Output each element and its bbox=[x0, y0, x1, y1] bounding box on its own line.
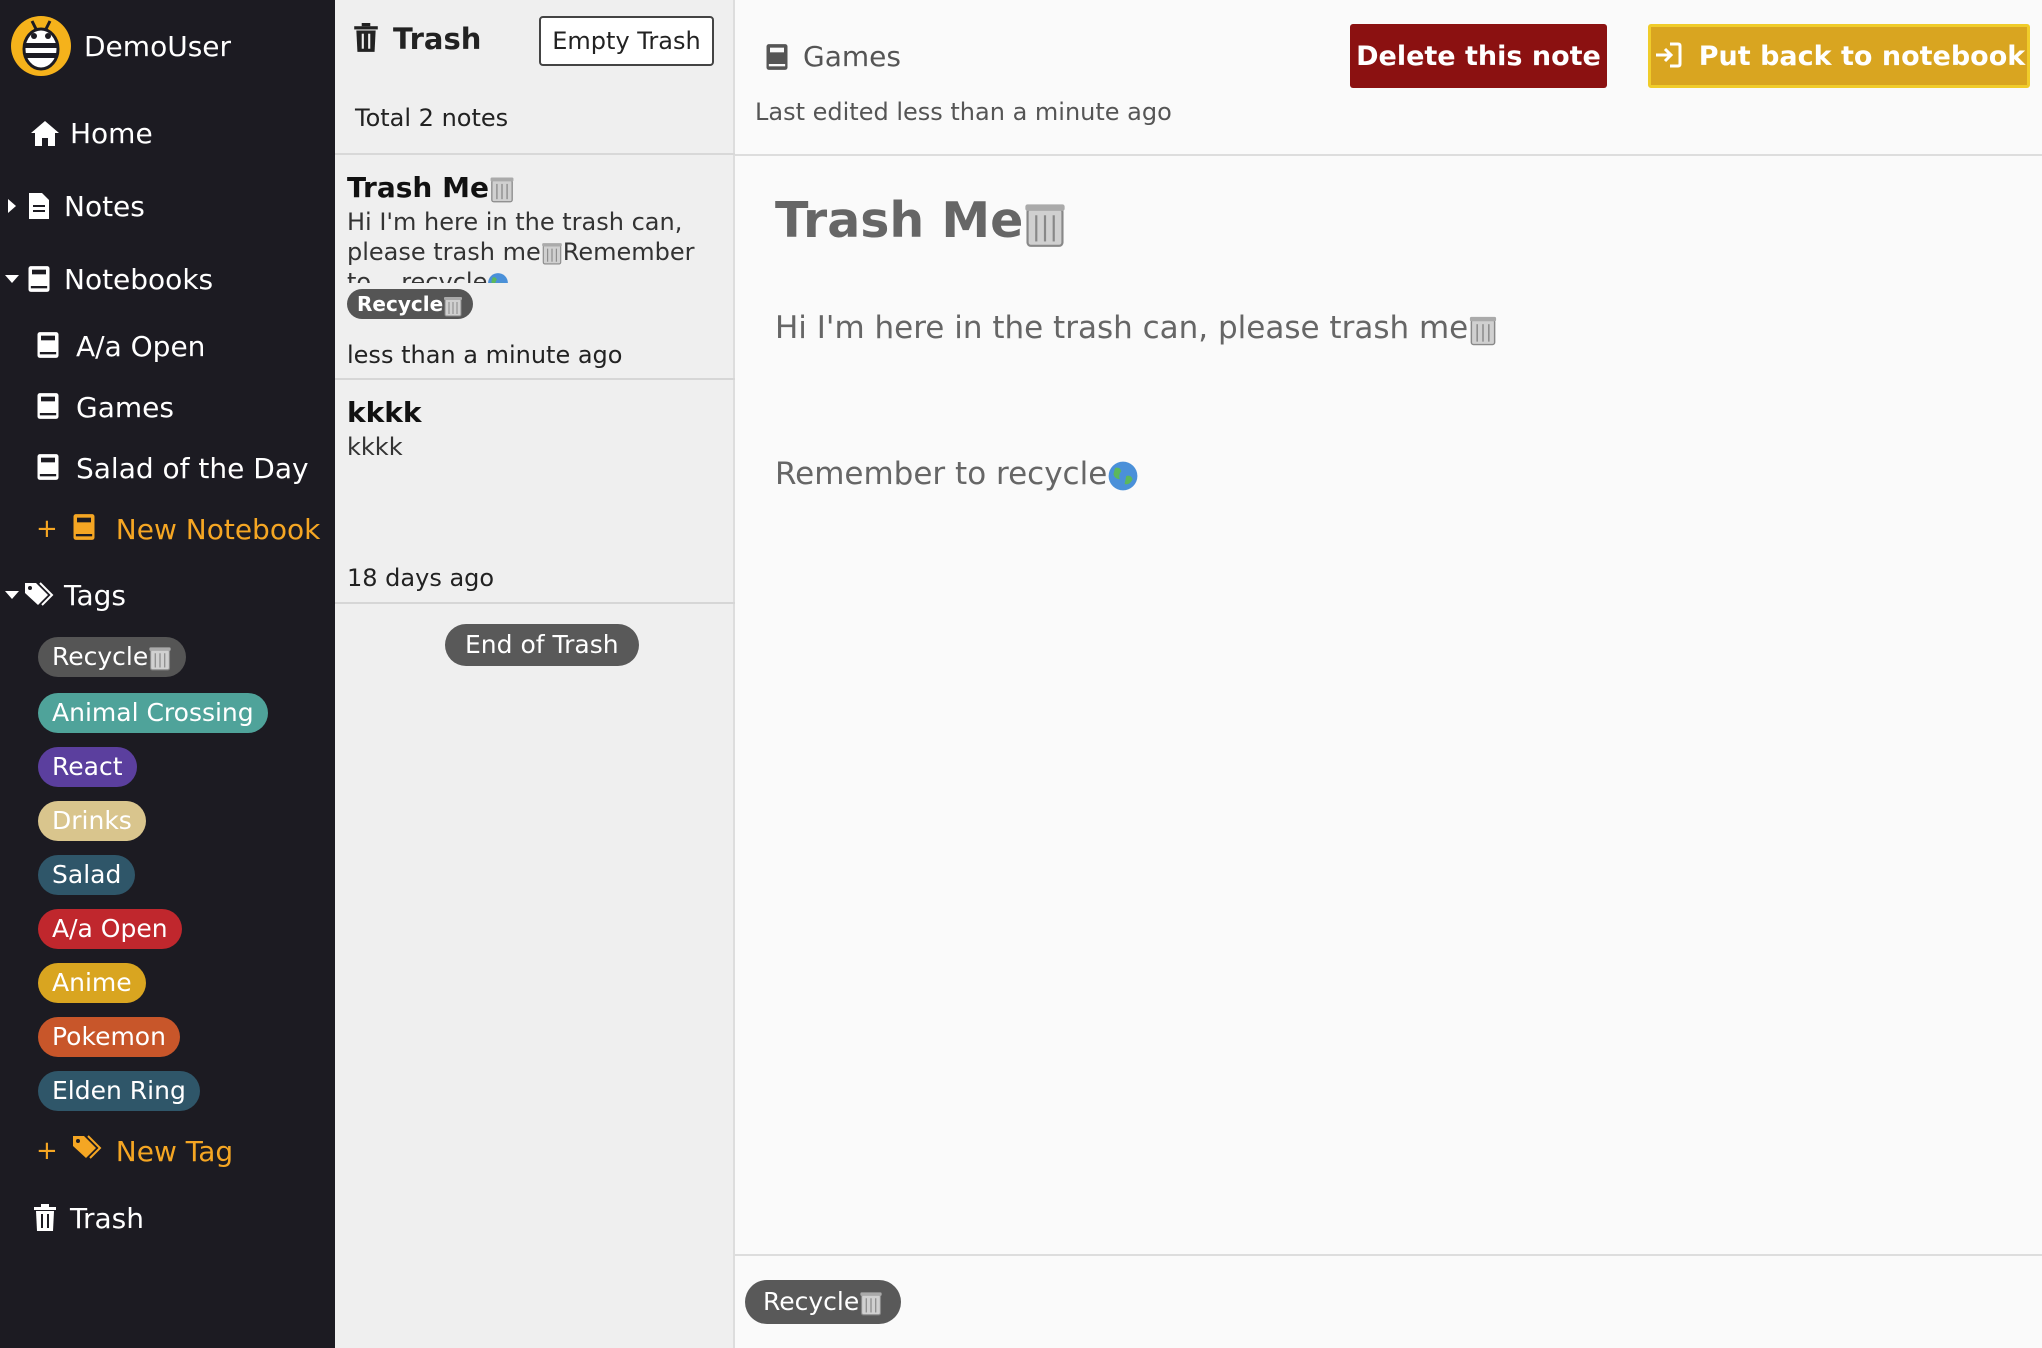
tag-salad[interactable]: Salad bbox=[38, 855, 136, 895]
new-tag-button[interactable]: + New Tag bbox=[36, 1129, 233, 1173]
note-notebook: Games bbox=[765, 40, 901, 73]
user-name: DemoUser bbox=[84, 29, 232, 63]
tag-animal-crossing[interactable]: Animal Crossing bbox=[38, 693, 268, 733]
nav-trash-label: Trash bbox=[70, 1201, 144, 1235]
tag-aa-open[interactable]: A/a Open bbox=[38, 909, 182, 949]
sign-in-icon bbox=[1653, 40, 1685, 72]
wastebasket-emoji-icon bbox=[859, 1290, 883, 1316]
user-profile[interactable]: DemoUser bbox=[10, 14, 231, 78]
notebook-icon bbox=[36, 331, 62, 361]
nav-home[interactable]: Home bbox=[30, 111, 153, 155]
note-notebook-label: Games bbox=[803, 40, 901, 73]
nav-notes[interactable]: Notes bbox=[0, 184, 145, 228]
note-title[interactable]: Trash Me bbox=[775, 192, 1067, 249]
note-body-line[interactable]: Remember to recycle bbox=[775, 456, 1139, 492]
tag-elden-ring[interactable]: Elden Ring bbox=[38, 1071, 200, 1111]
notebook-item-aa-open[interactable]: A/a Open bbox=[36, 324, 205, 368]
list-item-date: 18 days ago bbox=[347, 564, 495, 592]
bee-logo-icon bbox=[11, 16, 71, 76]
notebook-item-label: Games bbox=[76, 390, 174, 424]
nav-notebooks[interactable]: Notebooks bbox=[0, 257, 213, 301]
put-back-button[interactable]: Put back to notebook bbox=[1648, 24, 2030, 88]
wastebasket-emoji-icon bbox=[148, 645, 172, 671]
new-notebook-label: New Notebook bbox=[115, 512, 321, 546]
wastebasket-emoji-icon bbox=[443, 295, 463, 317]
sidebar: DemoUser Home Notes Notebooks A/a Open G… bbox=[0, 0, 335, 1348]
notebook-icon bbox=[36, 453, 62, 483]
nav-tags-label: Tags bbox=[64, 578, 126, 612]
wastebasket-emoji-icon bbox=[1023, 200, 1067, 248]
note-footer: Recycle bbox=[735, 1254, 2042, 1348]
put-back-label: Put back to notebook bbox=[1698, 40, 2026, 72]
globe-emoji-icon bbox=[1107, 460, 1139, 492]
delete-note-button[interactable]: Delete this note bbox=[1350, 24, 1607, 88]
document-icon bbox=[24, 191, 54, 221]
tag-react[interactable]: React bbox=[38, 747, 137, 787]
new-tag-label: New Tag bbox=[115, 1134, 234, 1168]
list-item-kkkk[interactable]: kkkk kkkk 18 days ago bbox=[335, 380, 735, 604]
note-editor: Games Last edited less than a minute ago… bbox=[735, 0, 2042, 1348]
notebook-icon bbox=[72, 513, 102, 545]
home-icon bbox=[30, 118, 60, 148]
notebook-item-salad-of-the-day[interactable]: Salad of the Day bbox=[36, 446, 309, 490]
list-item-trash-me[interactable]: Trash Me Hi I'm here in the trash can, p… bbox=[335, 155, 735, 380]
note-body-line[interactable]: Hi I'm here in the trash can, please tra… bbox=[775, 310, 1498, 346]
note-list-header: Trash Empty Trash Total 2 notes bbox=[335, 0, 735, 155]
notebook-icon bbox=[24, 264, 54, 294]
globe-emoji-icon bbox=[487, 272, 509, 283]
end-of-list-badge: End of Trash bbox=[445, 624, 639, 666]
tag-pokemon[interactable]: Pokemon bbox=[38, 1017, 180, 1057]
tag-label: Drinks bbox=[52, 806, 132, 835]
list-item-preview: Hi I'm here in the trash can, please tra… bbox=[347, 207, 727, 283]
tag-label: Animal Crossing bbox=[52, 698, 254, 727]
tags-icon bbox=[24, 580, 54, 610]
list-item-preview: kkkk bbox=[347, 433, 403, 461]
tag-label: Pokemon bbox=[52, 1022, 166, 1051]
notebook-item-label: Salad of the Day bbox=[76, 451, 309, 485]
list-item-title: kkkk bbox=[347, 396, 422, 429]
nav-trash[interactable]: Trash bbox=[30, 1196, 144, 1240]
nav-tags[interactable]: Tags bbox=[0, 573, 126, 617]
trash-icon bbox=[353, 23, 381, 55]
plus-icon: + bbox=[36, 514, 58, 544]
wastebasket-emoji-icon bbox=[1468, 314, 1498, 346]
notebook-icon bbox=[36, 392, 62, 422]
nav-notebooks-label: Notebooks bbox=[64, 262, 214, 296]
notebook-item-label: A/a Open bbox=[76, 329, 206, 363]
tag-label: Salad bbox=[52, 860, 122, 889]
tags-icon bbox=[72, 1135, 102, 1167]
trash-icon bbox=[30, 1203, 60, 1233]
tag-drinks[interactable]: Drinks bbox=[38, 801, 146, 841]
plus-icon: + bbox=[36, 1136, 58, 1166]
new-notebook-button[interactable]: + New Notebook bbox=[36, 507, 320, 551]
notebook-item-games[interactable]: Games bbox=[36, 385, 174, 429]
list-title-label: Trash bbox=[393, 22, 482, 56]
notebook-icon bbox=[765, 43, 789, 71]
note-tag[interactable]: Recycle bbox=[745, 1280, 902, 1324]
list-item-title: Trash Me bbox=[347, 171, 515, 204]
tag-anime[interactable]: Anime bbox=[38, 963, 146, 1003]
tag-label: Recycle bbox=[52, 642, 149, 671]
note-list-panel: Trash Empty Trash Total 2 notes Trash Me… bbox=[335, 0, 735, 1348]
tag-label: Anime bbox=[52, 968, 132, 997]
tag-label: Elden Ring bbox=[52, 1076, 186, 1105]
empty-trash-button[interactable]: Empty Trash bbox=[539, 16, 714, 66]
nav-notes-label: Notes bbox=[64, 189, 145, 223]
tag-label: React bbox=[52, 752, 123, 781]
caret-down-icon[interactable] bbox=[0, 274, 24, 284]
note-header: Games Last edited less than a minute ago… bbox=[735, 0, 2042, 156]
list-title: Trash bbox=[353, 22, 481, 56]
caret-right-icon[interactable] bbox=[0, 198, 24, 214]
tag-recycle[interactable]: Recycle bbox=[38, 637, 187, 677]
list-item-tag[interactable]: Recycle bbox=[347, 289, 474, 319]
notes-count: Total 2 notes bbox=[355, 104, 509, 132]
list-item-date: less than a minute ago bbox=[347, 341, 623, 369]
wastebasket-emoji-icon bbox=[489, 175, 515, 203]
tag-label: A/a Open bbox=[52, 914, 168, 943]
nav-home-label: Home bbox=[70, 116, 153, 150]
last-edited-text: Last edited less than a minute ago bbox=[755, 98, 1172, 126]
wastebasket-emoji-icon bbox=[541, 241, 563, 265]
caret-down-icon[interactable] bbox=[0, 590, 24, 600]
